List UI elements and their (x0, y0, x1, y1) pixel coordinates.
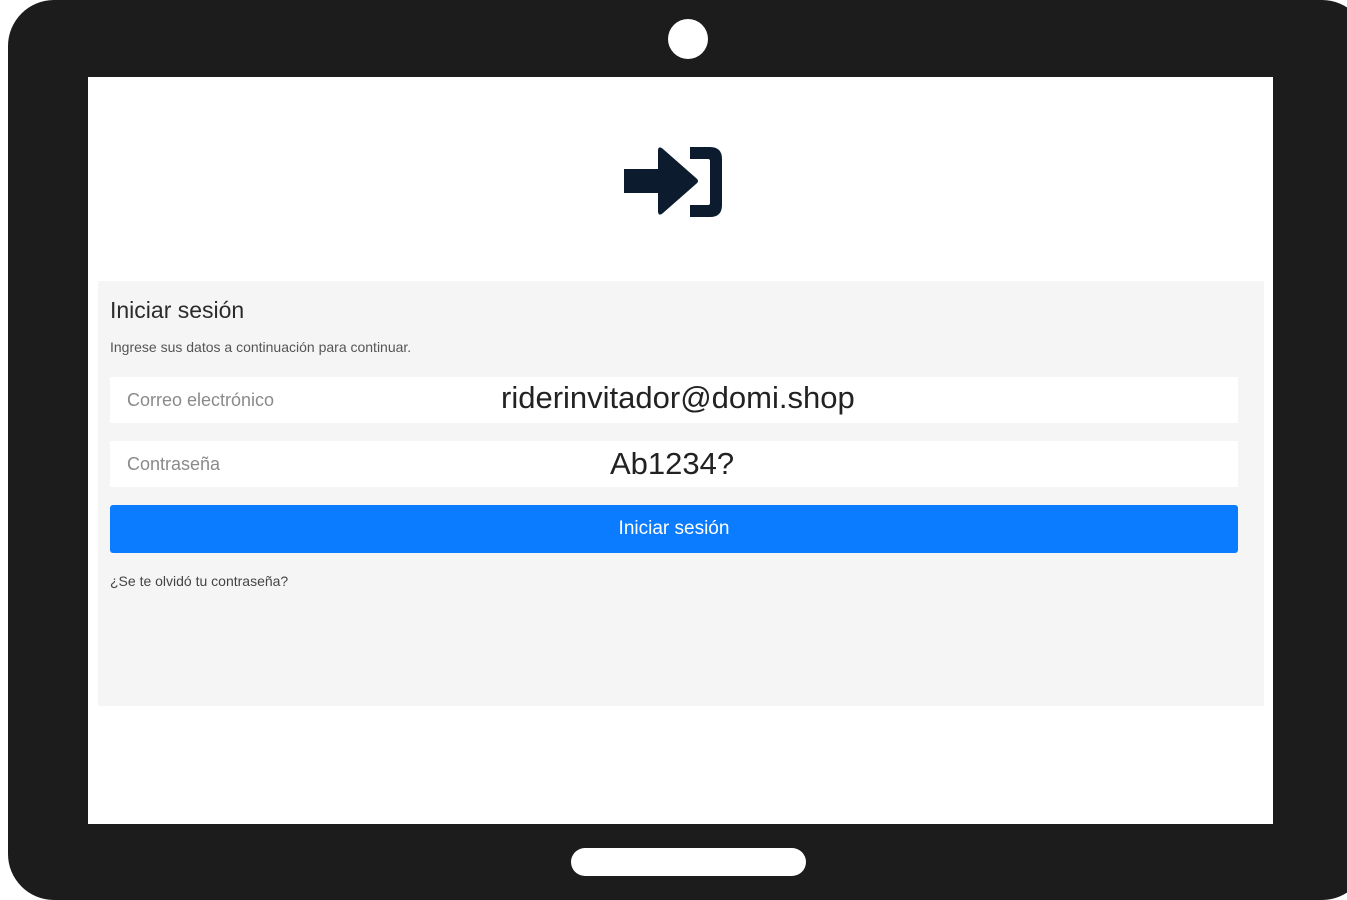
sign-in-icon-graphic (624, 147, 722, 217)
forgot-password-link[interactable]: ¿Se te olvidó tu contraseña? (110, 573, 288, 589)
home-button[interactable] (571, 848, 806, 876)
login-title: Iniciar sesión (110, 297, 245, 323)
login-panel: Iniciar sesión Ingrese sus datos a conti… (98, 281, 1264, 706)
password-value[interactable]: Ab1234? (610, 446, 734, 482)
login-button[interactable]: Iniciar sesión (110, 505, 1238, 553)
camera-icon (668, 19, 708, 59)
password-label: Contraseña (127, 454, 221, 474)
password-field[interactable]: Contraseña Ab1234? (110, 441, 1238, 487)
email-label: Correo electrónico (127, 390, 275, 410)
email-field[interactable]: Correo electrónico riderinvitador@domi.s… (110, 377, 1238, 423)
login-subtitle: Ingrese sus datos a continuación para co… (110, 339, 412, 355)
sign-in-icon (622, 143, 728, 227)
email-value[interactable]: riderinvitador@domi.shop (501, 380, 855, 416)
screen: Iniciar sesión Ingrese sus datos a conti… (88, 77, 1273, 824)
